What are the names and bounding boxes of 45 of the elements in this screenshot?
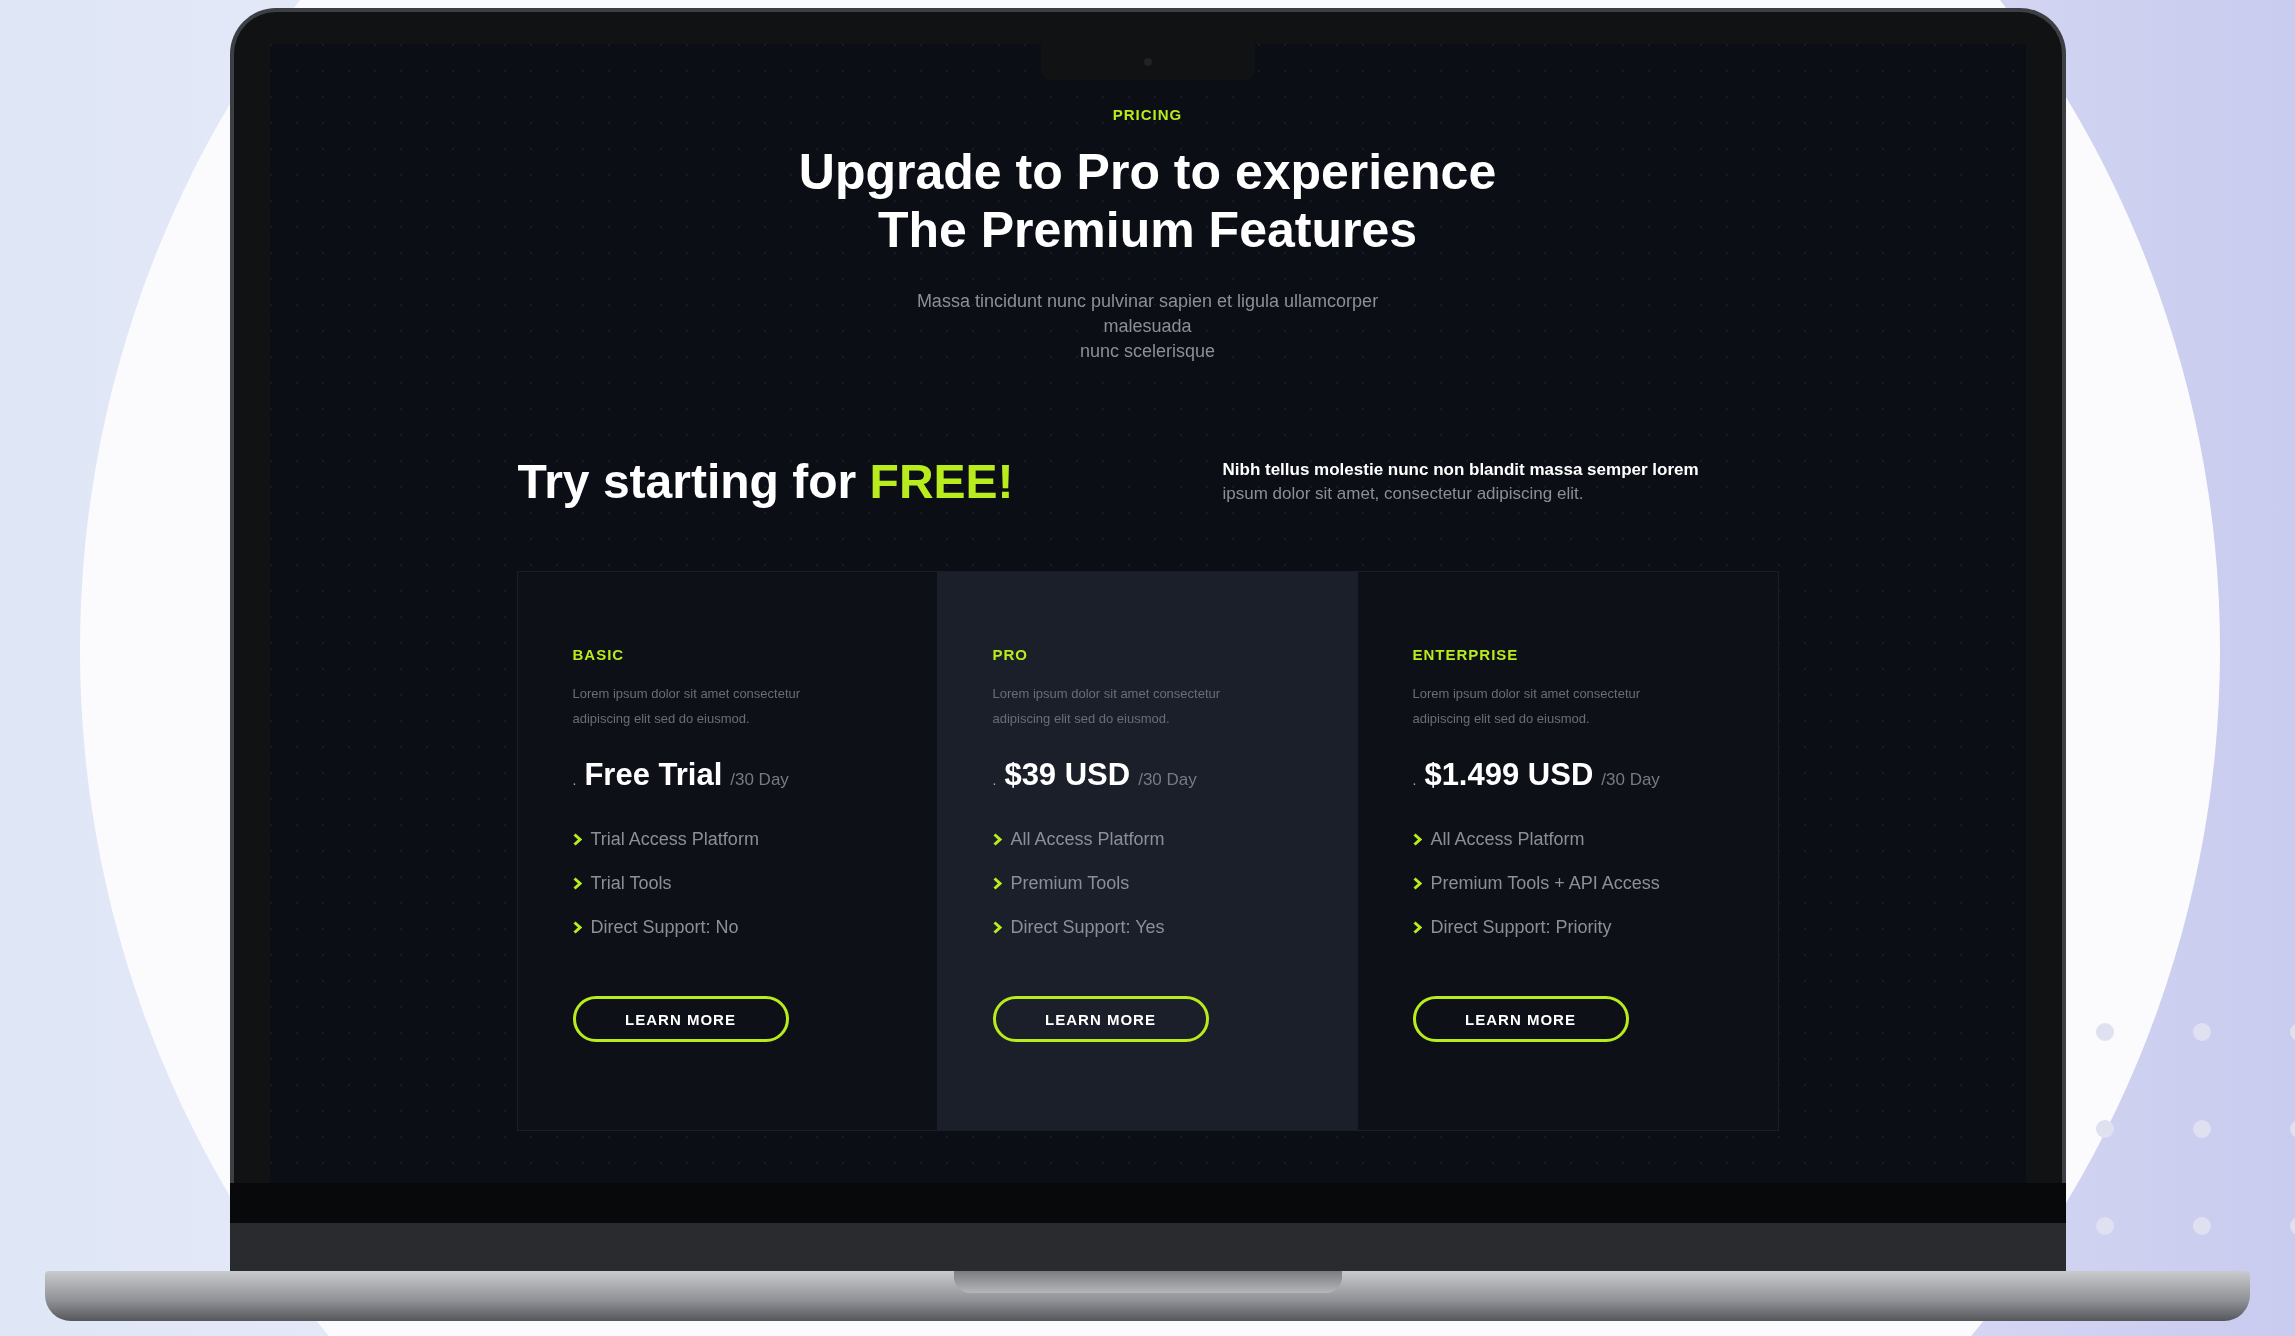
price-mark: . xyxy=(992,772,997,788)
price-period: /30 Day xyxy=(730,770,789,790)
plan-name: ENTERPRISE xyxy=(1412,646,1520,663)
price-mark: . xyxy=(572,772,577,788)
feature-text: All Access Platform xyxy=(1010,829,1165,850)
promo-text: ipsum dolor sit amet, consectetur adipiscing elit. xyxy=(1222,482,1585,505)
section-eyebrow: PRICING xyxy=(1112,106,1183,123)
feature-text: Premium Tools + API Access xyxy=(1430,873,1660,894)
plan-name: BASIC xyxy=(572,646,626,663)
feature-text: Direct Support: Yes xyxy=(1010,917,1165,938)
chevron-icon xyxy=(1412,877,1422,890)
feature-text: All Access Platform xyxy=(1430,829,1585,850)
chevron-icon xyxy=(992,921,1002,934)
learn-more-button[interactable]: LEARN MORE xyxy=(572,996,789,1042)
plan-price: $1.499 USD xyxy=(1424,757,1594,793)
chevron-icon xyxy=(572,921,582,934)
plan-price: $39 USD xyxy=(1004,757,1131,793)
chevron-icon xyxy=(992,877,1002,890)
intro-text: nunc scelerisque xyxy=(1079,340,1216,363)
plan-name: PRO xyxy=(992,646,1029,663)
plan-description: Lorem ipsum dolor sit amet consectetur adipiscing elit sed do eiusmod. xyxy=(992,685,1222,728)
promo-heading: Try starting for FREE! xyxy=(517,454,1014,509)
price-period: /30 Day xyxy=(1601,770,1660,790)
plan-description: Lorem ipsum dolor sit amet consectetur adipiscing elit sed do eiusmod. xyxy=(572,685,802,728)
feature-text: Trial Tools xyxy=(590,873,672,894)
feature-text: Premium Tools xyxy=(1010,873,1130,894)
feature-text: Trial Access Platform xyxy=(590,829,759,850)
promo-lead-text: Nibh tellus molestie nunc non blandit massa semper lorem xyxy=(1222,458,1700,481)
learn-more-button[interactable]: LEARN MORE xyxy=(992,996,1209,1042)
chevron-icon xyxy=(572,877,582,890)
plan-description: Lorem ipsum dolor sit amet consectetur adipiscing elit sed do eiusmod. xyxy=(1412,685,1642,728)
chevron-icon xyxy=(992,833,1002,846)
price-period: /30 Day xyxy=(1138,770,1197,790)
chevron-icon xyxy=(1412,921,1422,934)
intro-text: malesuada xyxy=(1103,315,1192,338)
feature-text: Direct Support: No xyxy=(590,917,739,938)
chevron-icon xyxy=(1412,833,1422,846)
chevron-icon xyxy=(572,833,582,846)
feature-text: Direct Support: Priority xyxy=(1430,917,1612,938)
price-mark: . xyxy=(1412,772,1417,788)
intro-text: Massa tincidunt nunc pulvinar sapien et ligula ullamcorper xyxy=(916,290,1379,313)
learn-more-button[interactable]: LEARN MORE xyxy=(1412,996,1629,1042)
plan-price: Free Trial xyxy=(584,757,723,793)
page-heading: The Premium Features xyxy=(877,201,1417,259)
page-heading: Upgrade to Pro to experience xyxy=(798,143,1497,201)
